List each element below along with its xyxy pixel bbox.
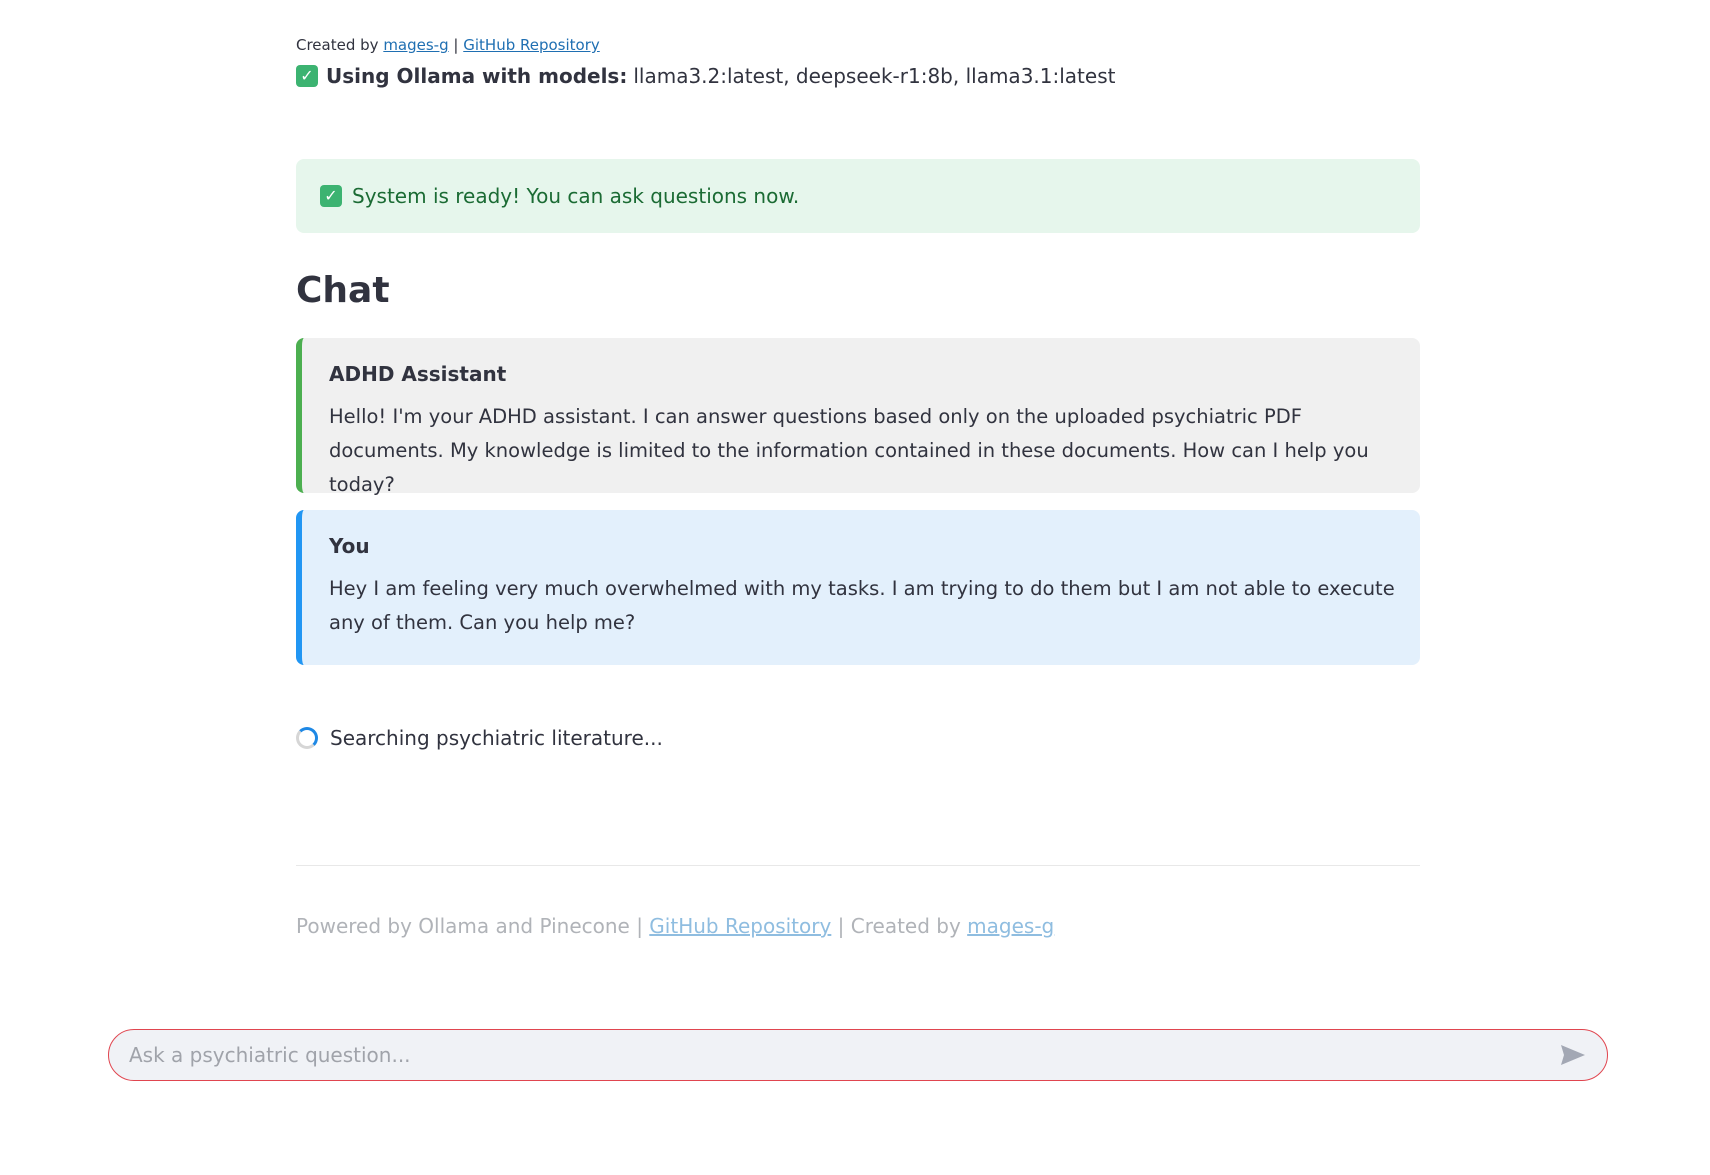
powered-by-text: Powered by Ollama and Pinecone |	[296, 914, 643, 938]
loading-text: Searching psychiatric literature...	[330, 726, 663, 750]
success-alert: ✓ System is ready! You can ask questions…	[296, 159, 1420, 233]
success-text: System is ready! You can ask questions n…	[352, 184, 800, 208]
message-sender: ADHD Assistant	[329, 362, 507, 386]
models-value: llama3.2:latest, deepseek-r1:8b, llama3.…	[633, 64, 1116, 88]
loading-indicator: Searching psychiatric literature...	[296, 726, 663, 750]
separator: |	[453, 36, 459, 54]
github-repo-link[interactable]: GitHub Repository	[463, 36, 600, 54]
divider	[296, 865, 1420, 866]
models-info: ✓ Using Ollama with models: llama3.2:lat…	[296, 64, 1115, 88]
footer-created-text: | Created by	[837, 914, 961, 938]
author-link[interactable]: mages-g	[383, 36, 448, 54]
message-sender: You	[329, 534, 370, 558]
message-text: Hello! I'm your ADHD assistant. I can an…	[329, 405, 1369, 496]
send-button[interactable]	[1553, 1035, 1593, 1075]
footer: Powered by Ollama and Pinecone | GitHub …	[296, 914, 1054, 938]
check-icon: ✓	[320, 185, 342, 207]
chat-title: Chat	[296, 270, 390, 311]
check-icon: ✓	[296, 65, 318, 87]
footer-github-link[interactable]: GitHub Repository	[649, 914, 831, 938]
user-message: You Hey I am feeling very much overwhelm…	[296, 510, 1420, 665]
credit-line: Created by mages-g | GitHub Repository	[296, 36, 600, 54]
send-icon	[1561, 1045, 1585, 1065]
chat-input-container	[108, 1029, 1608, 1081]
assistant-message: ADHD Assistant Hello! I'm your ADHD assi…	[296, 338, 1420, 496]
created-by-label: Created by	[296, 36, 379, 54]
message-text: Hey I am feeling very much overwhelmed w…	[329, 577, 1395, 634]
models-label: Using Ollama with models:	[326, 64, 628, 88]
footer-author-link[interactable]: mages-g	[967, 914, 1054, 938]
chat-input[interactable]	[109, 1030, 1553, 1080]
spinner-icon	[296, 727, 318, 749]
